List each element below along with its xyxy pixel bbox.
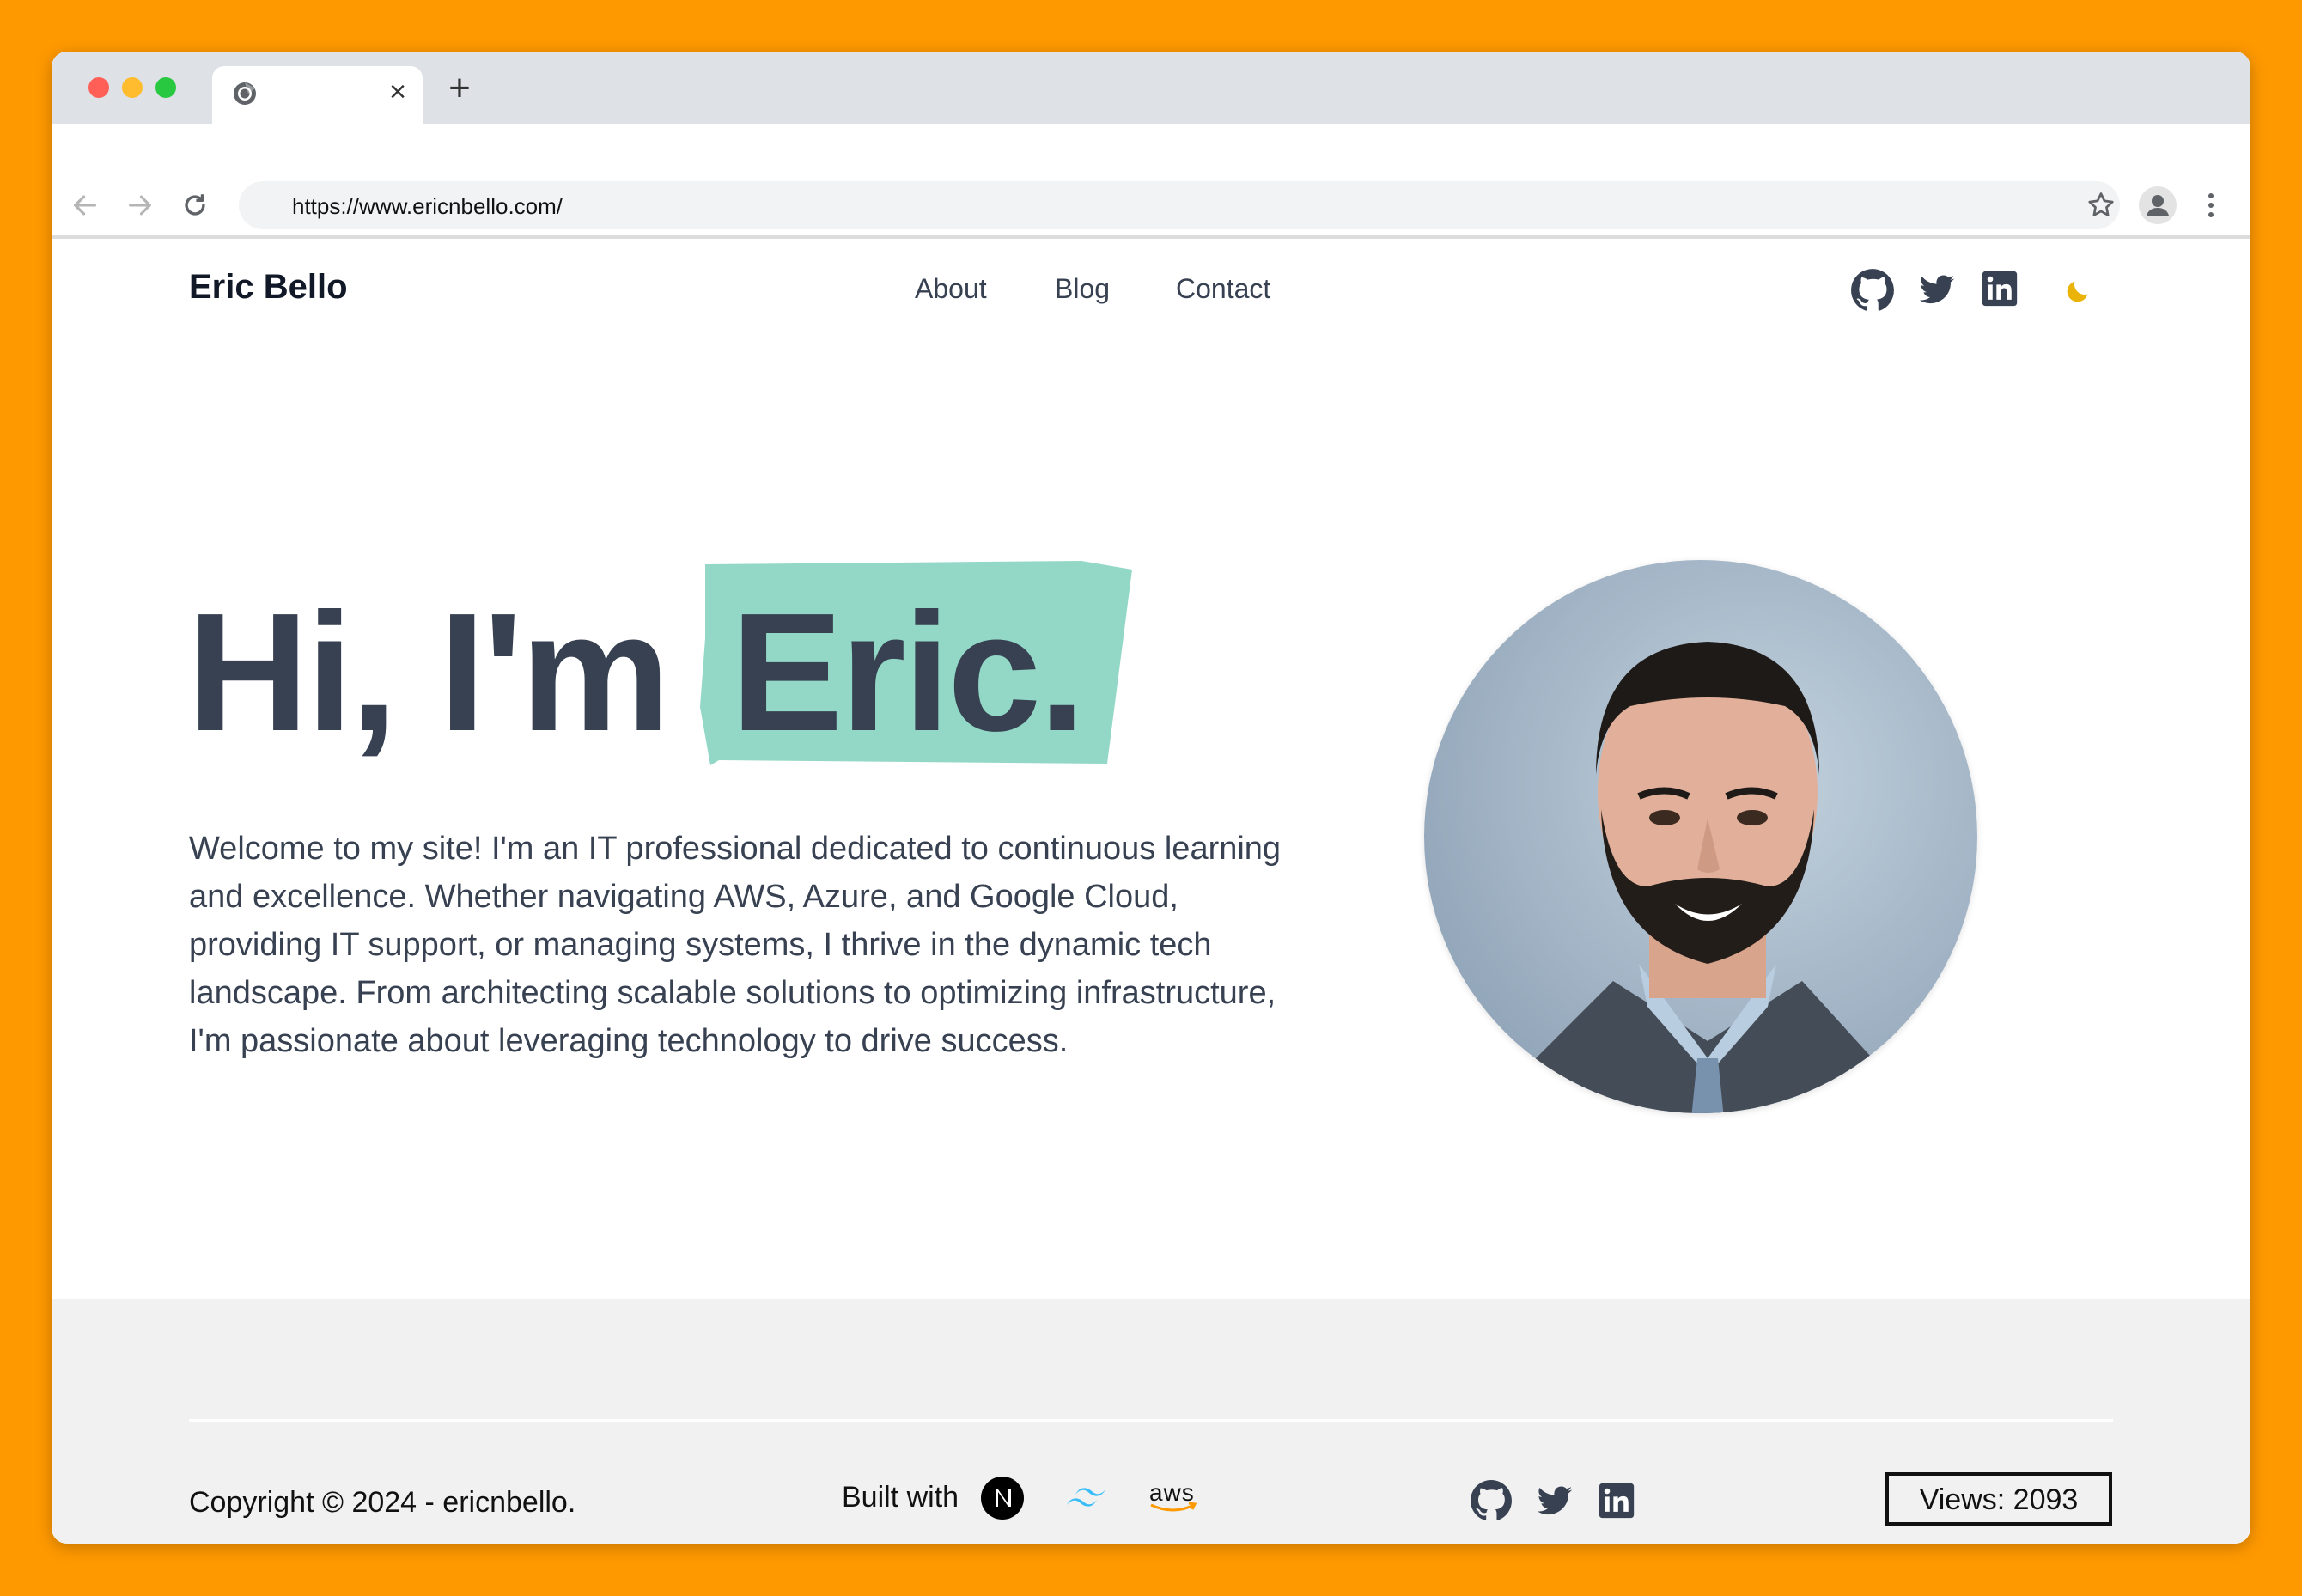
moon-icon[interactable] xyxy=(2063,277,2092,310)
toolbar-divider xyxy=(52,237,2250,239)
minimize-window-button[interactable] xyxy=(122,77,143,98)
views-counter: Views: 2093 xyxy=(1885,1472,2112,1526)
footer-github-icon[interactable] xyxy=(1470,1479,1513,1526)
hero-description: Welcome to my site! I'm an IT profession… xyxy=(189,831,1282,1059)
maximize-window-button[interactable] xyxy=(155,77,176,98)
profile-avatar-icon[interactable] xyxy=(2139,186,2177,224)
close-window-button[interactable] xyxy=(88,77,109,98)
linkedin-icon[interactable] xyxy=(1981,270,2019,312)
forward-arrow-icon[interactable] xyxy=(125,191,155,224)
menu-dots-icon[interactable] xyxy=(2206,191,2216,224)
address-bar[interactable]: https://www.ericnbello.com/ xyxy=(239,181,2120,229)
bookmark-star-icon[interactable] xyxy=(2086,190,2116,225)
site-footer: Copyright © 2024 - ericnbello. Built wit… xyxy=(52,1299,2250,1544)
hero-greeting: Hi, I'm xyxy=(187,578,670,766)
footer-twitter-icon[interactable] xyxy=(1536,1483,1574,1525)
copyright-text: Copyright © 2024 - ericnbello. xyxy=(189,1486,576,1519)
github-icon[interactable] xyxy=(1850,268,1895,317)
aws-icon[interactable]: aws xyxy=(1149,1479,1197,1514)
hero-name: Eric. xyxy=(730,578,1086,766)
browser-window: × + https://www.ericnbello.com/ Eric Bel… xyxy=(52,52,2250,1544)
nav-blog[interactable]: Blog xyxy=(1055,273,1110,305)
twitter-icon[interactable] xyxy=(1918,271,1956,314)
url-text: https://www.ericnbello.com/ xyxy=(292,193,563,219)
hero-heading: Hi, I'm Eric. xyxy=(187,578,1086,766)
profile-photo xyxy=(1424,560,1977,1113)
chrome-icon xyxy=(231,80,259,112)
tab-strip: × + xyxy=(52,52,2250,124)
footer-linkedin-icon[interactable] xyxy=(1598,1482,1635,1524)
back-arrow-icon[interactable] xyxy=(70,191,100,224)
site-brand[interactable]: Eric Bello xyxy=(189,268,348,307)
tab-close-button[interactable]: × xyxy=(384,75,411,109)
built-with-label: Built with xyxy=(842,1481,959,1514)
new-tab-button[interactable]: + xyxy=(442,69,478,108)
browser-tab[interactable]: × xyxy=(212,66,423,124)
reload-icon[interactable] xyxy=(180,191,210,224)
tailwind-icon[interactable] xyxy=(1063,1484,1111,1518)
nav-about[interactable]: About xyxy=(915,273,987,305)
footer-divider xyxy=(189,1419,2113,1422)
nextjs-icon[interactable] xyxy=(980,1476,1025,1525)
nav-contact[interactable]: Contact xyxy=(1176,273,1270,305)
